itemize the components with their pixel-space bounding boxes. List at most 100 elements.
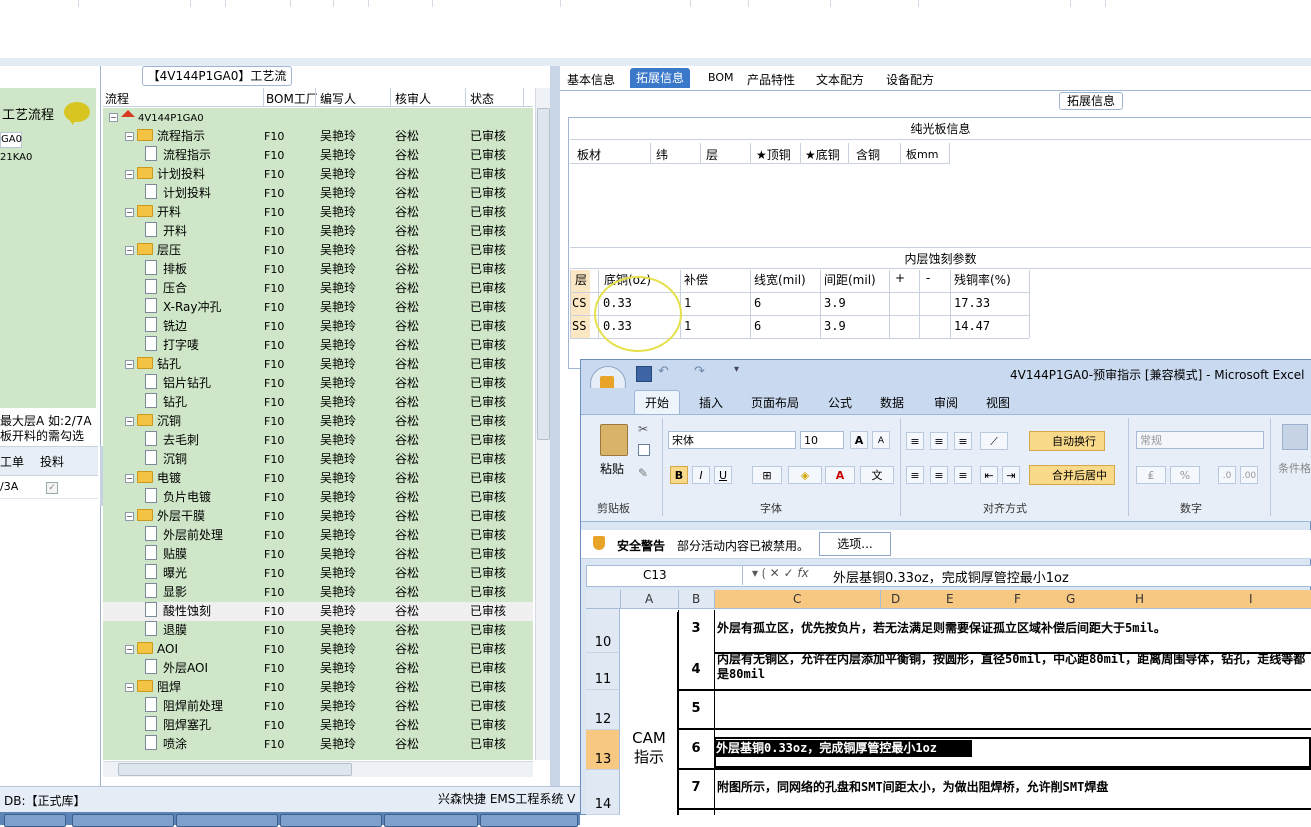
col-compensation[interactable]: 补偿 bbox=[684, 271, 708, 288]
row-header-12[interactable]: 12 bbox=[586, 690, 620, 730]
cell-compensation[interactable]: 1 bbox=[684, 296, 691, 310]
splitter-bar[interactable] bbox=[0, 58, 1311, 66]
tree-root[interactable]: − 4V144P1GA0 bbox=[103, 108, 533, 127]
tree-row[interactable]: 沉铜 F10 吴艳玲 谷松 已审核 bbox=[103, 450, 533, 469]
tree-row[interactable]: − 开料 F10 吴艳玲 谷松 已审核 bbox=[103, 203, 533, 222]
col-flow[interactable]: 流程 bbox=[105, 90, 129, 107]
decrease-decimal-icon[interactable]: .00 bbox=[1240, 466, 1258, 484]
collapse-toggle-icon[interactable]: − bbox=[125, 208, 134, 217]
tree-row[interactable]: 铝片钻孔 F10 吴艳玲 谷松 已审核 bbox=[103, 374, 533, 393]
tree-row[interactable]: 排板 F10 吴艳玲 谷松 已审核 bbox=[103, 260, 533, 279]
tree-row[interactable]: 退膜 F10 吴艳玲 谷松 已审核 bbox=[103, 621, 533, 640]
taskbar-button[interactable] bbox=[480, 814, 578, 827]
tree-row[interactable]: − 计划投料 F10 吴艳玲 谷松 已审核 bbox=[103, 165, 533, 184]
tree-hscroll-thumb[interactable] bbox=[118, 763, 352, 776]
orientation-icon[interactable]: ⟋ bbox=[980, 432, 1008, 450]
tree-row[interactable]: − 外层干膜 F10 吴艳玲 谷松 已审核 bbox=[103, 507, 533, 526]
align-center-icon[interactable]: ≡ bbox=[930, 466, 948, 484]
tab-extended-info[interactable]: 拓展信息 bbox=[630, 68, 691, 88]
merged-cam-cell[interactable] bbox=[621, 612, 678, 815]
col-spacing[interactable]: 间距(mil) bbox=[824, 271, 876, 288]
align-right-icon[interactable]: ≡ bbox=[954, 466, 972, 484]
tree-row[interactable]: 阻焊塞孔 F10 吴艳玲 谷松 已审核 bbox=[103, 716, 533, 735]
col-b[interactable]: B bbox=[692, 592, 700, 606]
item-number[interactable]: 7 bbox=[678, 780, 714, 795]
customize-qat-icon[interactable]: ▾ bbox=[734, 364, 739, 375]
taskbar-button[interactable] bbox=[72, 814, 174, 827]
col-layer-head[interactable]: 层 bbox=[575, 271, 587, 288]
formula-controls-icon[interactable]: ▾ ⟮ ✕ ✓ fx bbox=[752, 566, 809, 581]
cell-layer[interactable]: SS bbox=[572, 319, 586, 333]
collapse-toggle-icon[interactable]: − bbox=[125, 474, 134, 483]
collapse-toggle-icon[interactable]: − bbox=[125, 170, 134, 179]
font-name-box[interactable]: 宋体 bbox=[668, 431, 796, 449]
tree-row[interactable]: 显影 F10 吴艳玲 谷松 已审核 bbox=[103, 583, 533, 602]
tree-row[interactable]: 阻焊前处理 F10 吴艳玲 谷松 已审核 bbox=[103, 697, 533, 716]
increase-indent-icon[interactable]: ⇥ bbox=[1002, 466, 1020, 484]
tree-row[interactable]: − AOI F10 吴艳玲 谷松 已审核 bbox=[103, 640, 533, 659]
tree-row[interactable]: 去毛刺 F10 吴艳玲 谷松 已审核 bbox=[103, 431, 533, 450]
item-number[interactable]: 4 bbox=[678, 662, 714, 677]
cell-layer[interactable]: CS bbox=[572, 296, 586, 310]
tree-row[interactable]: 开料 F10 吴艳玲 谷松 已审核 bbox=[103, 222, 533, 241]
tree-row[interactable]: 钻孔 F10 吴艳玲 谷松 已审核 bbox=[103, 393, 533, 412]
tree-row[interactable]: − 钻孔 F10 吴艳玲 谷松 已审核 bbox=[103, 355, 533, 374]
font-size-box[interactable]: 10 bbox=[800, 431, 844, 449]
grow-font-icon[interactable]: A bbox=[850, 431, 868, 449]
align-left-icon[interactable]: ≡ bbox=[906, 466, 924, 484]
currency-icon[interactable]: ₤ bbox=[1136, 466, 1166, 484]
instruction-text[interactable]: 附图所示，同网络的孔盘和SMT间距太小，为做出阻焊桥，允许削SMT焊盘 bbox=[717, 780, 1311, 795]
col-i[interactable]: I bbox=[1249, 592, 1253, 606]
collapse-toggle-icon[interactable]: − bbox=[125, 417, 134, 426]
col-layer[interactable]: 层 bbox=[706, 146, 718, 163]
row-header-11[interactable]: 11 bbox=[586, 653, 620, 690]
instruction-text[interactable]: 外层有孤立区，优先按负片，若无法满足则需要保证孤立区域补偿后间距大于5mil。 bbox=[717, 621, 1311, 636]
cell-line-width[interactable]: 6 bbox=[754, 319, 761, 333]
tree-row[interactable]: − 电镀 F10 吴艳玲 谷松 已审核 bbox=[103, 469, 533, 488]
taskbar-button[interactable] bbox=[280, 814, 382, 827]
collapse-toggle-icon[interactable]: − bbox=[125, 246, 134, 255]
col-h[interactable]: H bbox=[1135, 592, 1144, 606]
tree-row[interactable]: 压合 F10 吴艳玲 谷松 已审核 bbox=[103, 279, 533, 298]
collapse-toggle-icon[interactable]: − bbox=[125, 645, 134, 654]
tree-row[interactable]: 负片电镀 F10 吴艳玲 谷松 已审核 bbox=[103, 488, 533, 507]
tab-bom[interactable]: BOM bbox=[708, 71, 734, 84]
copy-icon[interactable] bbox=[638, 444, 650, 456]
col-g[interactable]: G bbox=[1066, 592, 1075, 606]
tree-row[interactable]: − 阻焊 F10 吴艳玲 谷松 已审核 bbox=[103, 678, 533, 697]
tab-equipment-recipe[interactable]: 设备配方 bbox=[886, 71, 934, 88]
tree-row[interactable]: 外层AOI F10 吴艳玲 谷松 已审核 bbox=[103, 659, 533, 678]
col-top-copper[interactable]: ★顶铜 bbox=[756, 146, 791, 163]
tree-row[interactable]: 酸性蚀刻 F10 吴艳玲 谷松 已审核 bbox=[103, 602, 533, 621]
row-header-10[interactable]: 10 bbox=[586, 609, 620, 653]
tree-row[interactable]: X-Ray冲孔 F10 吴艳玲 谷松 已审核 bbox=[103, 298, 533, 317]
chat-bubble-icon[interactable] bbox=[64, 102, 90, 125]
col-feed-header[interactable]: 投料 bbox=[40, 453, 64, 470]
col-line-width[interactable]: 线宽(mil) bbox=[754, 271, 806, 288]
conditional-format-icon[interactable] bbox=[1282, 424, 1308, 450]
ribbon-tab-data[interactable]: 数据 bbox=[880, 394, 904, 411]
bold-button[interactable]: B bbox=[670, 466, 688, 484]
instruction-text[interactable]: 内层有无铜区，允许在内层添加平衡铜，按圆形，直径50mil，中心距80mil，距… bbox=[717, 652, 1311, 686]
tree-row[interactable]: 计划投料 F10 吴艳玲 谷松 已审核 bbox=[103, 184, 533, 203]
tree-row[interactable]: − 沉铜 F10 吴艳玲 谷松 已审核 bbox=[103, 412, 533, 431]
borders-icon[interactable]: ⊞ bbox=[752, 466, 782, 484]
formula-content[interactable]: 外层基铜0.33oz，完成铜厚管控最小1oz bbox=[833, 567, 1069, 586]
tab-text-recipe[interactable]: 文本配方 bbox=[816, 71, 864, 88]
tree-scroll-thumb[interactable] bbox=[537, 108, 550, 440]
left-code-cell[interactable]: GA0 bbox=[0, 132, 22, 148]
col-c[interactable]: C bbox=[793, 592, 801, 606]
fill-color-icon[interactable]: ◈ bbox=[788, 466, 822, 484]
paste-icon[interactable] bbox=[600, 424, 628, 456]
align-bottom-icon[interactable]: ≡ bbox=[954, 432, 972, 450]
col-d[interactable]: D bbox=[891, 592, 900, 606]
paste-label[interactable]: 粘贴 bbox=[600, 460, 624, 477]
col-board-mm[interactable]: 板mm bbox=[906, 146, 938, 162]
row-header-13[interactable]: 13 bbox=[586, 730, 620, 770]
align-top-icon[interactable]: ≡ bbox=[906, 432, 924, 450]
ribbon-tab-view[interactable]: 视图 bbox=[986, 394, 1010, 411]
collapse-toggle-icon[interactable]: − bbox=[125, 512, 134, 521]
col-f[interactable]: F bbox=[1014, 592, 1021, 606]
cell-spacing[interactable]: 3.9 bbox=[824, 296, 846, 310]
item-number[interactable]: 3 bbox=[678, 621, 714, 636]
